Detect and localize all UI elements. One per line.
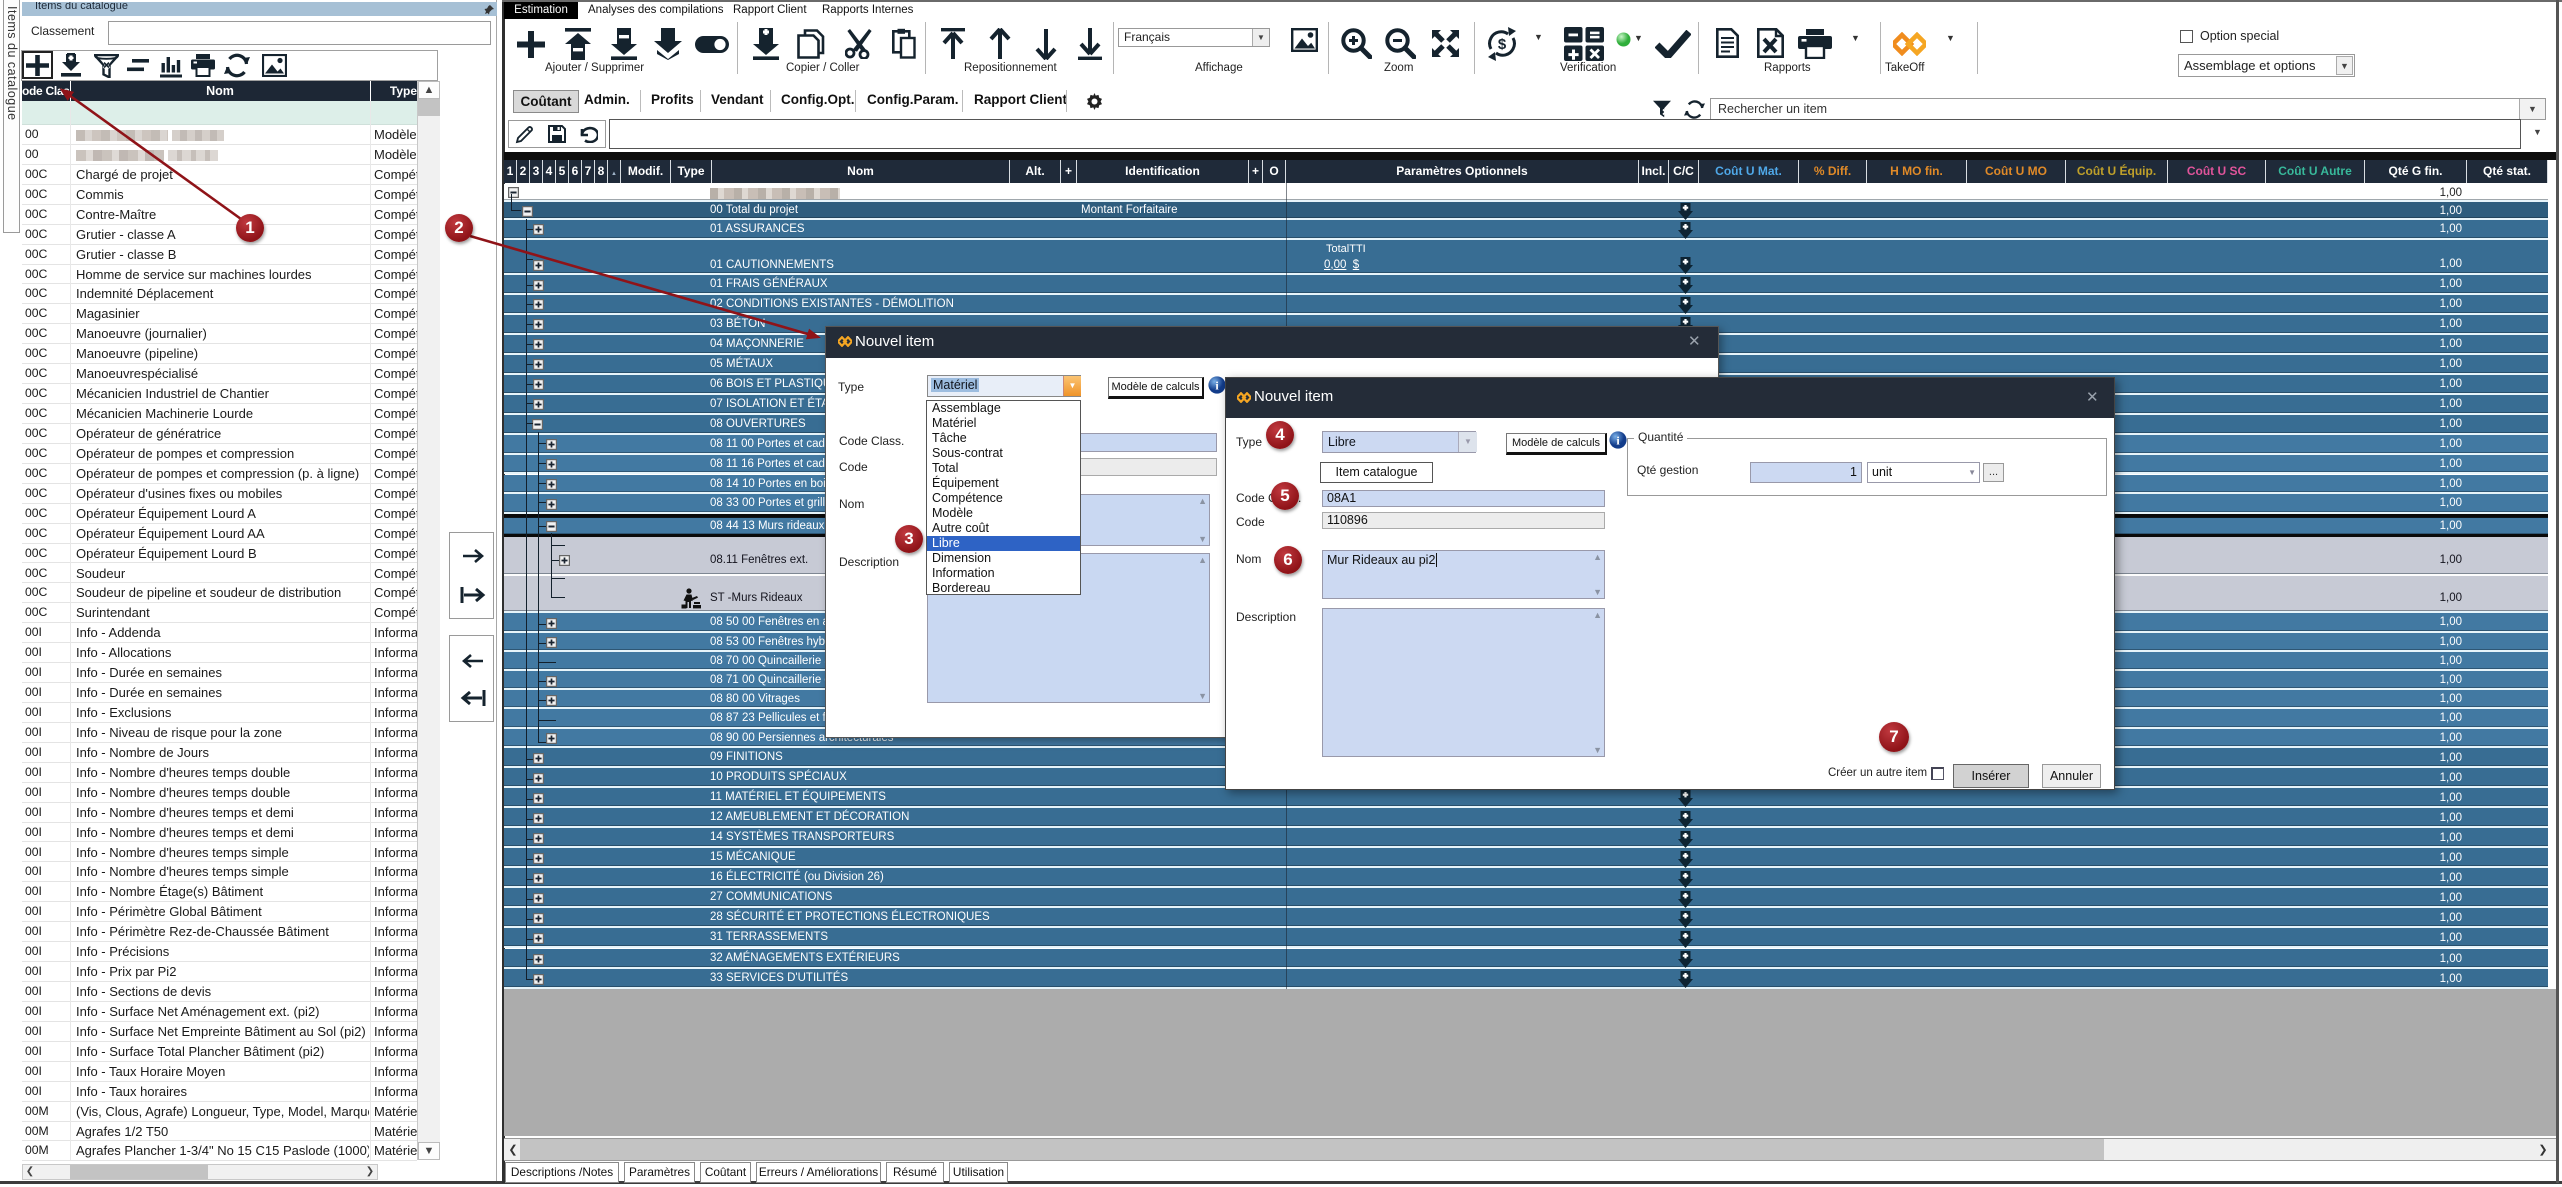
svg-text:$: $ (1498, 36, 1507, 53)
